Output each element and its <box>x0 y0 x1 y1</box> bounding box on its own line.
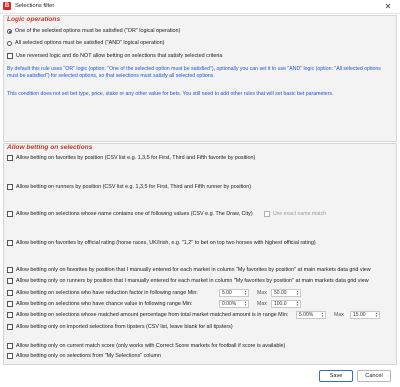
manual-favorites-option[interactable]: Allow betting only on favorites by posit… <box>7 266 371 274</box>
condition-info-text: This condition does not set bet type, pr… <box>7 91 334 97</box>
runners-position-label: Allow betting on runners by position (CS… <box>16 184 252 190</box>
my-selections-label: Allow betting only on selections from "M… <box>16 353 161 359</box>
logic-operations-heading: Logic operations <box>7 16 61 23</box>
matched-max-value: 15.00 <box>353 312 366 318</box>
stepper-icon[interactable]: ▲ ▼ <box>244 290 247 296</box>
current-score-option[interactable]: Allow betting only on current match scor… <box>7 342 285 350</box>
reversed-logic-label: Use reversed logic and do NOT allow bett… <box>16 53 223 59</box>
manual-favorites-label: Allow betting only on favorites by posit… <box>16 267 371 273</box>
logic-or-label: One of the selected options must be sati… <box>15 28 181 34</box>
cancel-button[interactable]: Cancel <box>357 370 391 382</box>
allow-betting-heading: Allow betting on selections <box>7 144 93 151</box>
window-title: Selections filter <box>15 3 55 9</box>
chance-value-checkbox[interactable] <box>7 301 13 307</box>
logic-or-option[interactable]: One of the selected options must be sati… <box>7 27 180 35</box>
save-button[interactable]: Save <box>319 370 353 382</box>
matched-amount-label: Allow betting on selections whose matche… <box>16 312 289 318</box>
chance-value-label: Allow betting on selections who have cha… <box>16 301 193 307</box>
app-icon: B <box>3 2 11 10</box>
official-rating-option[interactable]: Allow betting on favorites by official r… <box>7 239 316 247</box>
names-contain-label: Allow betting on selections whose name c… <box>16 211 253 217</box>
logic-info-text: By default this rule uses "OR" logic (op… <box>7 66 381 79</box>
reduction-factor-option[interactable]: Allow betting on selections who have red… <box>7 289 198 297</box>
matched-amount-checkbox[interactable] <box>7 312 13 318</box>
stepper-icon[interactable]: ▲ ▼ <box>296 290 299 296</box>
chance-min-input[interactable]: 0.00% ▲ ▼ <box>219 300 249 308</box>
chance-max-input[interactable]: 100.0 ▲ ▼ <box>271 300 301 308</box>
matched-min-value: 5.00% <box>299 312 314 318</box>
logic-and-label: All selected options must be satisfied (… <box>15 40 165 46</box>
official-rating-label: Allow betting on favorites by official r… <box>16 240 316 246</box>
current-score-label: Allow betting only on current match scor… <box>16 343 286 349</box>
favorites-position-option[interactable]: Allow betting on favorites by position (… <box>7 154 255 162</box>
reduction-min-input[interactable]: 5.00 ▲ ▼ <box>219 289 249 297</box>
names-contain-option[interactable]: Allow betting on selections whose name c… <box>7 210 253 218</box>
exact-match-label: Use exact name match <box>273 211 327 217</box>
reduction-max-label: Max <box>257 290 267 296</box>
allow-betting-panel <box>3 143 397 365</box>
logic-and-option[interactable]: All selected options must be satisfied (… <box>7 39 164 47</box>
matched-amount-option[interactable]: Allow betting on selections whose matche… <box>7 311 288 319</box>
official-rating-checkbox[interactable] <box>7 240 13 246</box>
reduction-factor-label: Allow betting on selections who have red… <box>16 290 198 296</box>
favorites-position-checkbox[interactable] <box>7 155 13 161</box>
imported-tipsters-checkbox[interactable] <box>7 324 13 330</box>
chance-value-option[interactable]: Allow betting on selections who have cha… <box>7 300 193 308</box>
names-contain-checkbox[interactable] <box>7 211 13 217</box>
reversed-logic-checkbox[interactable] <box>7 53 13 59</box>
close-icon[interactable]: ✕ <box>381 1 395 12</box>
runners-position-checkbox[interactable] <box>7 184 13 190</box>
reduction-min-value: 5.00 <box>222 290 232 296</box>
stepper-icon[interactable]: ▲ ▼ <box>375 312 378 318</box>
favorites-position-label: Allow betting on favorites by position (… <box>16 155 256 161</box>
chance-max-value: 100.0 <box>274 301 287 307</box>
exact-match-option[interactable]: Use exact name match <box>264 210 326 218</box>
chance-min-value: 0.00% <box>222 301 237 307</box>
radio-or[interactable] <box>7 28 12 34</box>
matched-max-input[interactable]: 15.00 ▲ ▼ <box>350 311 380 319</box>
runners-position-option[interactable]: Allow betting on runners by position (CS… <box>7 183 251 191</box>
stepper-icon[interactable]: ▲ ▼ <box>296 301 299 307</box>
my-selections-checkbox[interactable] <box>7 353 13 359</box>
imported-tipsters-option[interactable]: Allow betting only on imported selection… <box>7 323 233 331</box>
reversed-logic-option[interactable]: Use reversed logic and do NOT allow bett… <box>7 52 222 60</box>
manual-favorites-checkbox[interactable] <box>7 267 13 273</box>
reduction-max-input[interactable]: 50.00 ▲ ▼ <box>271 289 301 297</box>
matched-min-input[interactable]: 5.00% ▲ ▼ <box>296 311 326 319</box>
stepper-icon[interactable]: ▲ ▼ <box>244 301 247 307</box>
my-selections-option[interactable]: Allow betting only on selections from "M… <box>7 352 161 360</box>
stepper-icon[interactable]: ▲ ▼ <box>321 312 324 318</box>
chance-max-label: Max <box>257 301 267 307</box>
manual-runners-option[interactable]: Allow betting only on runners by positio… <box>7 277 369 285</box>
radio-and[interactable] <box>7 40 12 46</box>
title-bar: B Selections filter ✕ <box>0 0 400 14</box>
reduction-factor-checkbox[interactable] <box>7 290 13 296</box>
reduction-max-value: 50.00 <box>274 290 287 296</box>
matched-max-label: Max <box>334 312 344 318</box>
exact-match-checkbox[interactable] <box>264 211 270 217</box>
manual-runners-label: Allow betting only on runners by positio… <box>16 278 369 284</box>
imported-tipsters-label: Allow betting only on imported selection… <box>16 324 233 330</box>
current-score-checkbox[interactable] <box>7 343 13 349</box>
manual-runners-checkbox[interactable] <box>7 278 13 284</box>
